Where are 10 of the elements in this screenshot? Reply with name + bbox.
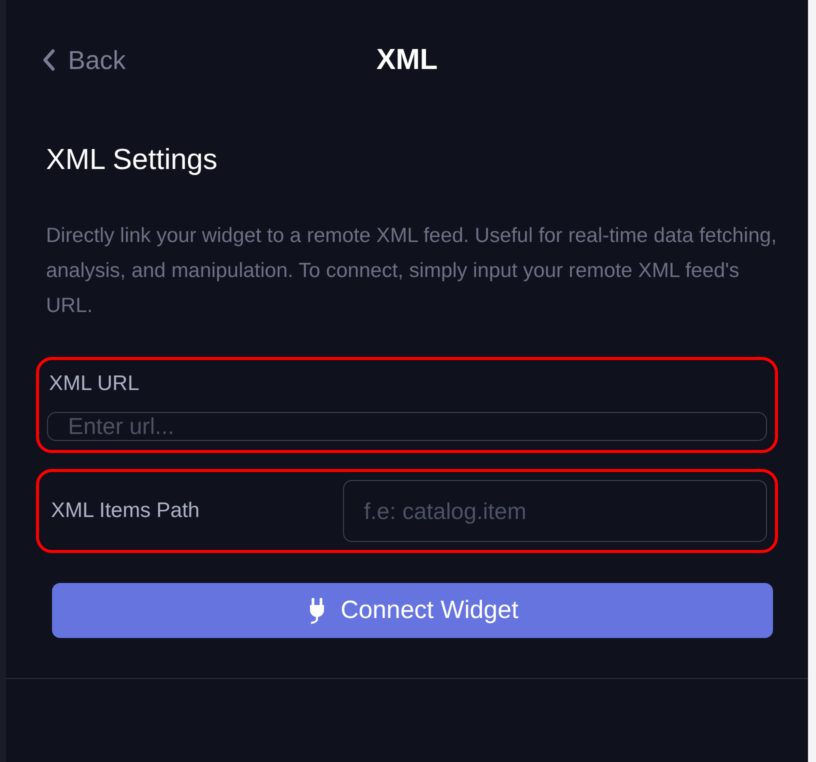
input-field[interactable]: f.e: catalog.item: [343, 480, 767, 542]
back-link[interactable]: Back: [42, 44, 126, 76]
connect-button[interactable]: Connect Widget: [52, 583, 773, 638]
section-heading: XML Settings: [46, 143, 218, 178]
page-title: XML: [376, 44, 438, 76]
section-description: Directly link your widget to a remote XML feed. Useful for real-time data fetching, analysis, and manipulation. To connect, simply input your remote XML feed's URL.: [46, 223, 778, 319]
input-field[interactable]: Enter url...: [47, 412, 767, 441]
chevron-left-icon: [42, 49, 56, 71]
field-label: XML Items Path: [51, 499, 201, 523]
field-label: XML URL: [48, 372, 140, 396]
